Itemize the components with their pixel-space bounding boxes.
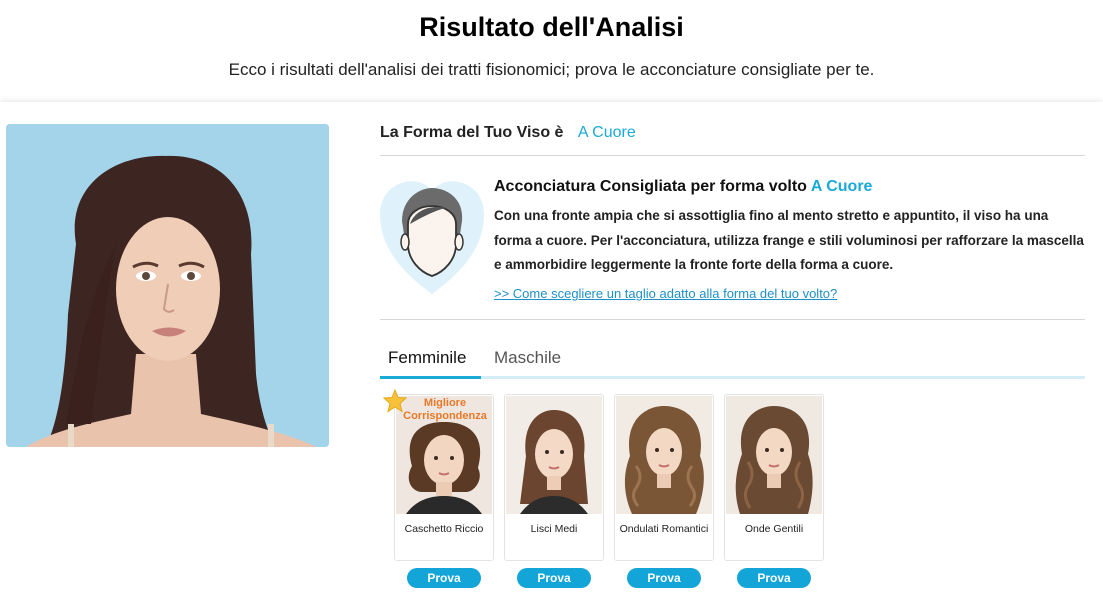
tab-maschile[interactable]: Maschile (494, 348, 561, 376)
hairstyle-name: Lisci Medi (530, 523, 578, 535)
best-match-badge: Migliore Corrispondenza (403, 397, 487, 422)
star-icon (383, 389, 407, 413)
hairstyle-name: Onde Gentili (744, 523, 804, 535)
page-subtitle: Ecco i risultati dell'analisi dei tratti… (228, 60, 875, 79)
hairstyle-card-ondulati-romantici[interactable]: Ondulati Romantici (614, 394, 714, 561)
gender-tabs: Femminile Maschile (380, 338, 1085, 379)
hairstyle-name: Ondulati Romantici (619, 523, 709, 535)
face-shape-row: La Forma del Tuo Viso è A Cuore (380, 124, 1085, 156)
recommendation-title: Acconciatura Consigliata per forma volto… (494, 178, 872, 196)
prova-button-lisci-medi[interactable]: Prova (517, 568, 591, 588)
hairstyle-card-onde-gentili[interactable]: Onde Gentili (724, 394, 824, 561)
recommendation-section: Acconciatura Consigliata per forma volto… (380, 176, 1085, 320)
page-title: Risultato dell'Analisi (419, 12, 684, 42)
heart-face-icon (380, 181, 484, 294)
prova-button-onde-gentili[interactable]: Prova (737, 568, 811, 588)
recommendation-title-prefix: Acconciatura Consigliata per forma volto (494, 178, 807, 195)
hairstyle-image (726, 396, 822, 514)
uploaded-photo (6, 124, 329, 447)
prova-button-caschetto-riccio[interactable]: Prova (407, 568, 481, 588)
hairstyle-card-lisci-medi[interactable]: Lisci Medi (504, 394, 604, 561)
recommendation-title-accent: A Cuore (810, 178, 873, 195)
tab-femminile[interactable]: Femminile (388, 348, 466, 376)
face-shape-guide-link[interactable]: >> Come scegliere un taglio adatto alla … (494, 286, 837, 301)
portrait-image (6, 124, 329, 447)
hairstyle-name: Caschetto Riccio (404, 523, 484, 535)
recommendation-body: Con una fronte ampia che si assottiglia … (494, 208, 1084, 272)
result-card: La Forma del Tuo Viso è A Cuore Acconcia… (0, 102, 1103, 605)
hairstyle-list: Migliore Corrispondenza Caschetto Riccio… (383, 389, 1094, 594)
face-shape-value: A Cuore (577, 124, 636, 141)
hairstyle-image (506, 396, 602, 514)
active-tab-indicator (380, 376, 481, 379)
page-header: Risultato dell'Analisi Ecco i risultati … (0, 0, 1103, 102)
prova-button-ondulati-romantici[interactable]: Prova (627, 568, 701, 588)
face-shape-label: La Forma del Tuo Viso è (380, 124, 564, 141)
hairstyle-image (616, 396, 712, 514)
hairstyle-card-caschetto-riccio[interactable]: Migliore Corrispondenza Caschetto Riccio (383, 389, 494, 561)
